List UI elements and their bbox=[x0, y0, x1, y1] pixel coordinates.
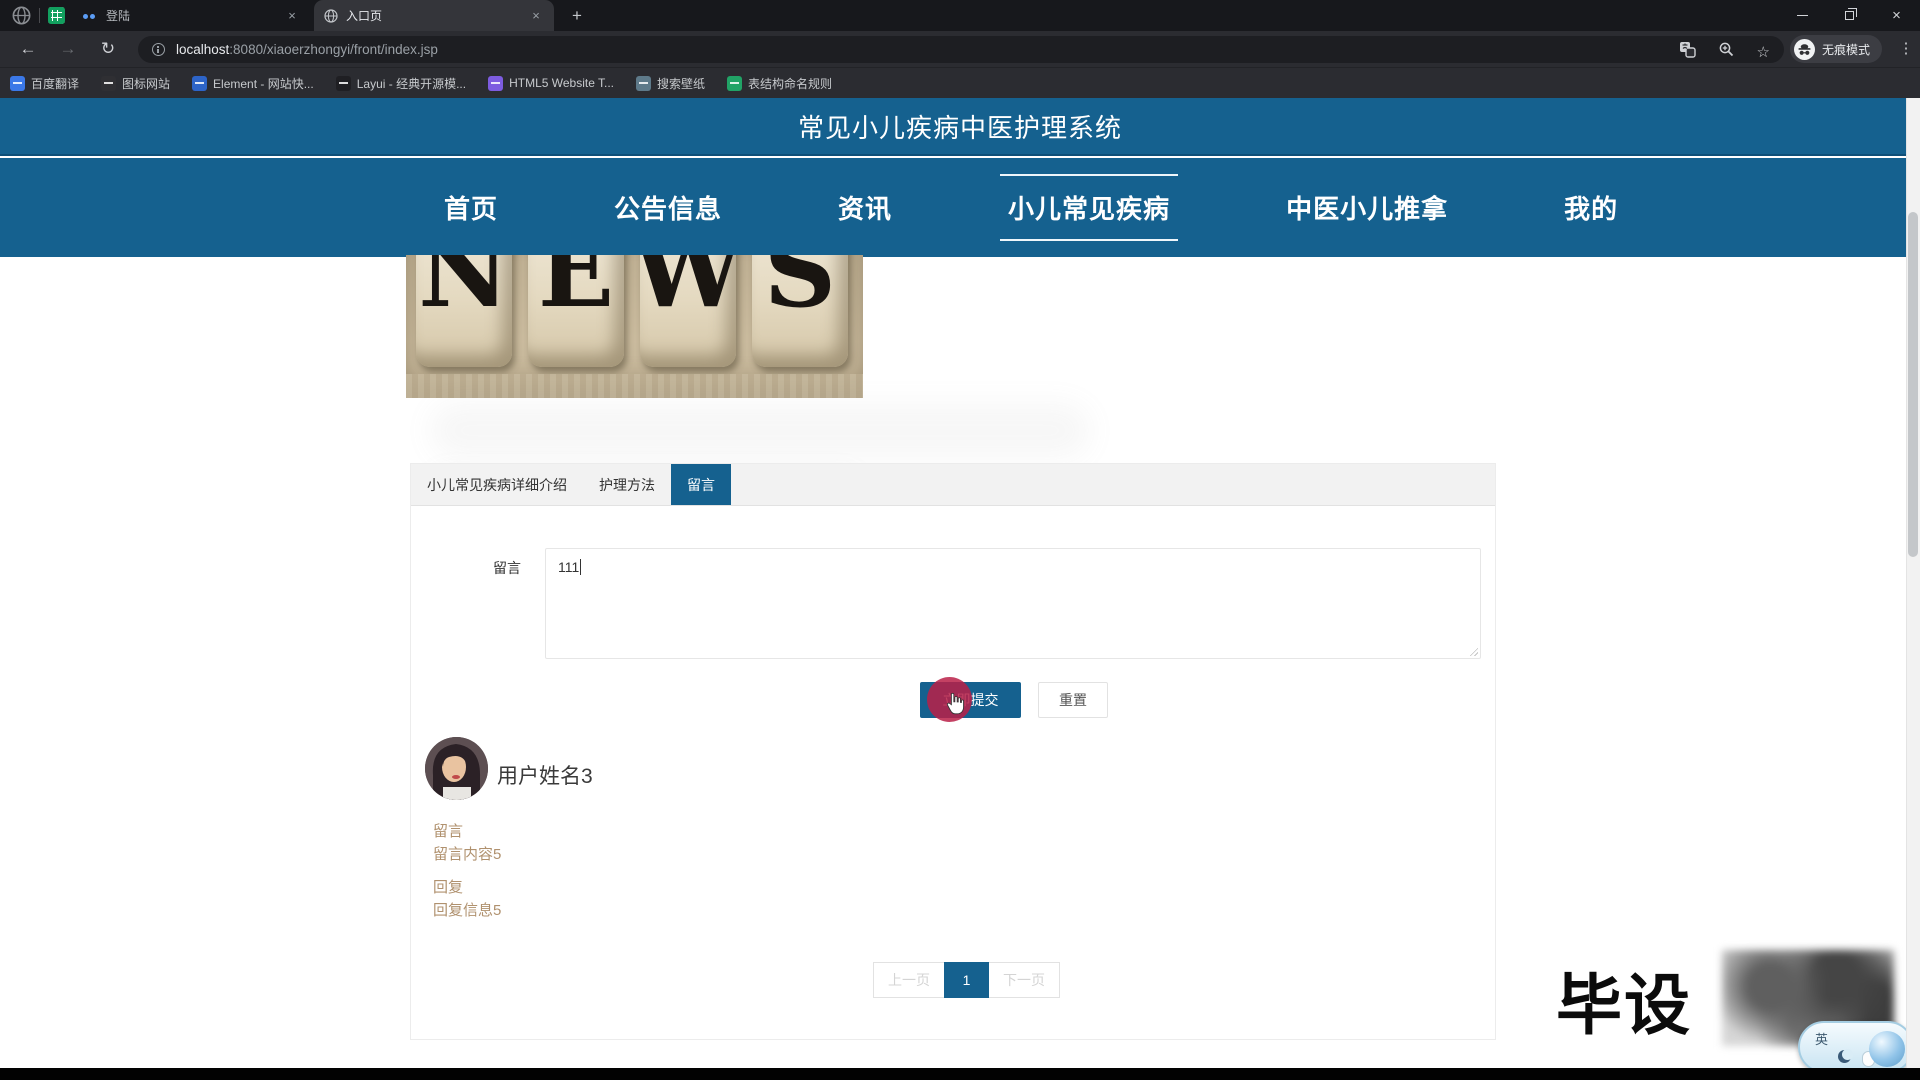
detail-tab-bar: 小儿常见疾病详细介绍 护理方法 留言 bbox=[411, 464, 1495, 506]
incognito-icon bbox=[1794, 39, 1815, 60]
news-dice-image: N E W S bbox=[406, 255, 863, 398]
login-tab-favicon-dots-icon bbox=[82, 11, 98, 21]
nav-item-common-pediatric-diseases[interactable]: 小儿常见疾病 bbox=[1000, 174, 1178, 241]
ime-indicator[interactable]: 英 bbox=[1798, 1021, 1914, 1073]
pagination-next-button[interactable]: 下一页 bbox=[989, 963, 1059, 997]
html5-template-icon bbox=[488, 76, 503, 91]
window-close-button[interactable]: × bbox=[1873, 0, 1920, 31]
pagination-current-page[interactable]: 1 bbox=[944, 962, 989, 998]
tab-close-icon[interactable]: × bbox=[528, 8, 544, 24]
element-ui-icon bbox=[192, 76, 207, 91]
bookmark-label: 搜索壁纸 bbox=[657, 75, 705, 92]
icon-site-flag-icon bbox=[101, 76, 116, 91]
moon-icon bbox=[1838, 1050, 1851, 1063]
bookmark-label: 图标网站 bbox=[122, 75, 170, 92]
news-die-block: S bbox=[752, 255, 848, 367]
blur-smudge bbox=[430, 403, 1090, 458]
textarea-resize-grip-icon[interactable] bbox=[1467, 645, 1478, 656]
text-caret bbox=[580, 559, 581, 575]
news-die-block: W bbox=[640, 255, 736, 367]
comment-reply-text: 回复信息5 bbox=[433, 899, 501, 920]
tab-disease-detail[interactable]: 小儿常见疾病详细介绍 bbox=[411, 464, 583, 505]
nav-item-home[interactable]: 首页 bbox=[436, 176, 506, 239]
incognito-badge: 无痕模式 bbox=[1790, 35, 1882, 63]
bookmark-item[interactable]: 搜索壁纸 bbox=[636, 75, 705, 92]
news-die-block: E bbox=[528, 255, 624, 367]
reload-button[interactable]: ↻ bbox=[96, 37, 120, 61]
message-field-label: 留言 bbox=[481, 558, 521, 578]
browser-tabstrip: 登陆 × 入口页 × + × bbox=[0, 0, 1920, 31]
bookmark-label: 表结构命名规则 bbox=[748, 75, 832, 92]
site-nav-bar: 首页 公告信息 资讯 小儿常见疾病 中医小儿推拿 我的 bbox=[0, 158, 1920, 257]
message-textarea-value: 111 bbox=[558, 559, 579, 575]
url-path: :8080/xiaoerzhongyi/front/index.jsp bbox=[229, 42, 438, 57]
comment-message-label: 留言 bbox=[433, 820, 463, 841]
bookmark-item[interactable]: Layui - 经典开源模... bbox=[336, 75, 466, 92]
comment-reply-label: 回复 bbox=[433, 876, 463, 897]
page-title: 常见小儿疾病中医护理系统 bbox=[798, 108, 1122, 145]
bookmark-item[interactable]: Element - 网站快... bbox=[192, 75, 314, 92]
news-die-block: N bbox=[416, 255, 512, 367]
nav-item-mine[interactable]: 我的 bbox=[1556, 176, 1626, 239]
browser-tab-entry-page[interactable]: 入口页 × bbox=[314, 0, 554, 31]
incognito-label: 无痕模式 bbox=[1822, 41, 1870, 58]
commenter-avatar bbox=[425, 737, 488, 800]
bookmark-star-icon[interactable]: ☆ bbox=[1757, 43, 1770, 61]
bookmark-label: 百度翻译 bbox=[31, 75, 79, 92]
new-tab-button[interactable]: + bbox=[566, 5, 588, 27]
comment-message-text: 留言内容5 bbox=[433, 843, 501, 864]
nav-item-news[interactable]: 资讯 bbox=[830, 176, 900, 239]
tab-nursing-method[interactable]: 护理方法 bbox=[583, 464, 671, 505]
news-image-floor bbox=[406, 374, 863, 398]
video-watermark-text: 毕设 bbox=[1556, 952, 1692, 1048]
commenter-username: 用户姓名3 bbox=[497, 760, 593, 790]
letterbox-strip bbox=[0, 1068, 1920, 1080]
hand-cursor-icon bbox=[944, 692, 966, 716]
site-header: 常见小儿疾病中医护理系统 bbox=[0, 98, 1920, 156]
page-scrollbar-thumb[interactable] bbox=[1908, 212, 1918, 557]
message-textarea[interactable]: 111 bbox=[545, 548, 1481, 659]
bookmark-item[interactable]: 表结构命名规则 bbox=[727, 75, 832, 92]
tab-close-icon[interactable]: × bbox=[284, 8, 300, 24]
bookmark-label: Layui - 经典开源模... bbox=[357, 75, 466, 92]
pinned-green-sheet-icon[interactable] bbox=[48, 7, 65, 24]
browser-logo-globe-icon bbox=[12, 6, 31, 25]
forward-button[interactable]: → bbox=[56, 37, 80, 61]
nav-item-tcm-pediatric-massage[interactable]: 中医小儿推拿 bbox=[1278, 176, 1456, 239]
address-bar[interactable]: localhost:8080/xiaoerzhongyi/front/index… bbox=[138, 36, 1784, 63]
bookmarks-bar: 百度翻译 图标网站 Element - 网站快... Layui - 经典开源模… bbox=[0, 67, 1920, 98]
reset-button[interactable]: 重置 bbox=[1038, 682, 1108, 718]
bookmark-item[interactable]: 图标网站 bbox=[101, 75, 170, 92]
wallpaper-search-icon bbox=[636, 76, 651, 91]
page-info-icon[interactable] bbox=[152, 43, 165, 56]
window-restore-button[interactable] bbox=[1826, 0, 1873, 31]
layui-icon bbox=[336, 76, 351, 91]
zoom-icon[interactable] bbox=[1718, 41, 1735, 63]
table-naming-rules-icon bbox=[727, 76, 742, 91]
tab-message-board[interactable]: 留言 bbox=[671, 464, 731, 505]
window-minimize-button[interactable] bbox=[1779, 0, 1826, 31]
bookmark-label: Element - 网站快... bbox=[213, 75, 314, 92]
ime-language-label: 英 bbox=[1815, 1029, 1828, 1048]
tabstrip-separator bbox=[39, 8, 40, 23]
globe-sphere-icon bbox=[1869, 1031, 1905, 1067]
bookmark-item[interactable]: 百度翻译 bbox=[10, 75, 79, 92]
entry-tab-globe-favicon-icon bbox=[324, 9, 338, 23]
browser-tab-title: 登陆 bbox=[106, 7, 276, 24]
browser-tab-title: 入口页 bbox=[346, 7, 520, 24]
pagination: 上一页 1 下一页 bbox=[873, 962, 1060, 998]
translate-icon[interactable] bbox=[1679, 41, 1696, 63]
url-host: localhost bbox=[176, 42, 229, 57]
bookmark-label: HTML5 Website T... bbox=[509, 76, 614, 90]
browser-tab-login[interactable]: 登陆 × bbox=[72, 0, 310, 31]
browser-menu-icon[interactable]: ⋮ bbox=[1897, 37, 1915, 61]
back-button[interactable]: ← bbox=[16, 37, 40, 61]
bookmark-item[interactable]: HTML5 Website T... bbox=[488, 76, 614, 91]
baidu-translate-icon bbox=[10, 76, 25, 91]
pagination-prev-button[interactable]: 上一页 bbox=[874, 963, 944, 997]
nav-item-announcements[interactable]: 公告信息 bbox=[606, 176, 730, 239]
